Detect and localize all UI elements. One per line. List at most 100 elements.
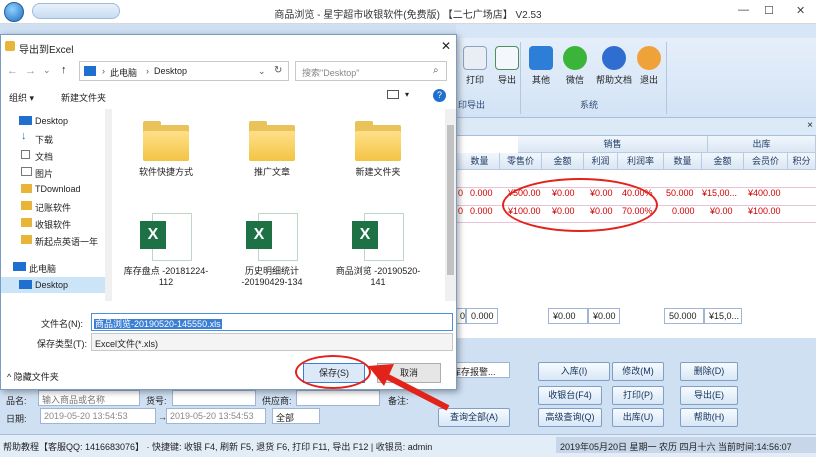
cashier-button[interactable]: 收银台(F4): [538, 386, 602, 405]
nav-item-documents[interactable]: 文档: [1, 147, 105, 163]
date-range-select[interactable]: 全部: [272, 408, 320, 424]
nav-item-label: 新起点英语一年: [35, 237, 99, 247]
file-item-excel[interactable]: X 历史明细统计 -20190429-134: [227, 213, 317, 288]
file-item-folder[interactable]: 推广文章: [227, 117, 317, 178]
filename-input[interactable]: 商品浏览-20190520-145550.xls: [91, 313, 453, 331]
nav-item-folder[interactable]: 新起点英语一年: [1, 232, 105, 248]
cell: 0.000: [470, 188, 493, 198]
ribbon-group-label: 印导出: [458, 100, 486, 110]
nav-item-folder[interactable]: TDownload: [1, 181, 105, 197]
picture-icon: [21, 167, 32, 176]
total-cell: 0: [456, 308, 466, 324]
wechat-button[interactable]: 微信: [558, 46, 592, 86]
file-name: 库存盘点 -20181224-112: [123, 266, 209, 287]
column-header[interactable]: 零售价: [500, 153, 542, 170]
nav-item-folder[interactable]: 收银软件: [1, 215, 105, 231]
nav-item-folder[interactable]: 记账软件: [1, 198, 105, 214]
nav-item-this-pc[interactable]: 此电脑: [1, 259, 105, 275]
stock-out-button[interactable]: 出库(U): [612, 408, 664, 427]
product-input[interactable]: 输入商品或名称: [38, 390, 140, 406]
total-cell: ¥15,0...: [704, 308, 742, 324]
column-header[interactable]: 积分: [788, 153, 816, 170]
file-item-excel[interactable]: X 库存盘点 -20181224-112: [121, 213, 211, 288]
cell: 0.000: [470, 206, 493, 216]
maximize-icon[interactable]: ☐: [764, 4, 774, 17]
view-icon[interactable]: [387, 90, 399, 99]
help-h-button[interactable]: 帮助(H): [680, 408, 738, 427]
file-name: 软件快捷方式: [138, 167, 193, 177]
breadcrumb-sep-icon: ›: [102, 66, 105, 76]
nav-item-pictures[interactable]: 图片: [1, 164, 105, 180]
filetype-label: 保存类型(T):: [37, 339, 87, 349]
nav-item-label: 此电脑: [29, 264, 57, 274]
nav-item-downloads[interactable]: ↓ 下载: [1, 130, 105, 146]
file-list[interactable]: 软件快捷方式 推广文章 新建文件夹 X 库存盘点 -20181224-112 X…: [115, 109, 443, 301]
file-scrollbar[interactable]: [445, 109, 456, 301]
column-header[interactable]: 利润率: [618, 153, 664, 170]
file-item-folder[interactable]: 新建文件夹: [333, 117, 423, 178]
help-icon[interactable]: ?: [433, 89, 446, 102]
back-arrow-icon[interactable]: ←: [7, 65, 18, 77]
export-e-button[interactable]: 导出(E): [680, 386, 738, 405]
forward-arrow-icon[interactable]: →: [25, 65, 36, 77]
stock-in-button[interactable]: 入库(I): [538, 362, 610, 381]
breadcrumb-item[interactable]: 此电脑: [110, 66, 137, 79]
minimize-icon[interactable]: —: [738, 4, 749, 16]
ribbon: 打印 导出 其他 微信 帮助文档 退出 印导出 系统: [456, 24, 816, 118]
print-button[interactable]: 打印: [458, 46, 492, 86]
store-select[interactable]: 库存报警...: [448, 362, 510, 378]
address-bar[interactable]: › 此电脑 › Desktop ⌄ ↻: [79, 61, 289, 81]
file-name: 历史明细统计 -20190429-134: [241, 266, 303, 287]
refresh-icon[interactable]: ↻: [274, 65, 282, 76]
hide-folders-toggle[interactable]: ^ 隐藏文件夹: [7, 370, 59, 383]
nav-item-desktop[interactable]: Desktop: [1, 113, 105, 129]
column-header[interactable]: 数量: [460, 153, 500, 170]
date-from-input[interactable]: 2019-05-20 13:54:53: [40, 408, 156, 424]
column-header[interactable]: 金额: [702, 153, 744, 170]
edit-button[interactable]: 修改(M): [612, 362, 664, 381]
filetype-select[interactable]: Excel文件(*.xls): [91, 333, 453, 351]
view-chevron-icon[interactable]: ▾: [405, 90, 409, 99]
desktop-icon: [19, 280, 32, 289]
dialog-title: 导出到Excel: [19, 45, 74, 56]
help-doc-button[interactable]: 帮助文档: [592, 46, 636, 86]
total-cell: ¥0.00: [548, 308, 588, 324]
organize-button[interactable]: 组织 ▾: [9, 91, 34, 104]
annotation-ellipse: [502, 178, 658, 232]
column-header[interactable]: 金额: [542, 153, 584, 170]
cell: ¥100.00: [748, 206, 781, 216]
exit-button[interactable]: 退出: [632, 46, 666, 86]
code-input[interactable]: [172, 390, 256, 406]
wechat-icon: [563, 46, 587, 70]
file-item-folder[interactable]: 软件快捷方式: [121, 117, 211, 178]
other-button[interactable]: 其他: [524, 46, 558, 86]
nav-item-desktop-selected[interactable]: Desktop: [1, 277, 105, 293]
column-header[interactable]: 数量: [664, 153, 702, 170]
print-p-button[interactable]: 打印(P): [612, 386, 664, 405]
close-icon[interactable]: ✕: [796, 4, 805, 17]
nav-scrollbar[interactable]: [105, 109, 112, 301]
file-item-excel[interactable]: X 商品浏览 -20190520-141: [333, 213, 423, 288]
advanced-query-button[interactable]: 高级查询(Q): [538, 408, 602, 427]
close-grid-icon[interactable]: ×: [807, 120, 813, 131]
column-header[interactable]: 利润: [584, 153, 618, 170]
recent-chevron-icon[interactable]: ⌄: [43, 65, 51, 76]
grid-toolbar: ×: [456, 118, 816, 136]
excel-icon: X: [352, 213, 404, 261]
file-name: 推广文章: [253, 167, 290, 177]
up-arrow-icon[interactable]: ↑: [61, 64, 67, 76]
new-folder-button[interactable]: 新建文件夹: [61, 91, 106, 104]
dialog-close-icon[interactable]: ✕: [441, 39, 451, 53]
navigation-pane[interactable]: Desktop ↓ 下载 文档 图片 TDownload 记账软件 收银软件 新起…: [1, 109, 105, 301]
breadcrumb-item[interactable]: Desktop: [154, 66, 187, 76]
nav-item-label: 记账软件: [35, 203, 72, 213]
delete-button[interactable]: 删除(D): [680, 362, 738, 381]
column-header[interactable]: 会员价: [744, 153, 788, 170]
date-to-input[interactable]: 2019-05-20 13:54:53: [166, 408, 266, 424]
help-icon: [602, 46, 626, 70]
printer-icon: [463, 46, 487, 70]
dropdown-chevron-icon[interactable]: ⌄: [258, 66, 266, 77]
product-grid[interactable]: × 销售 出库 数量 零售价 金额 利润 利润率 数量 金额 会员价 积分 0 …: [456, 118, 816, 338]
export-button[interactable]: 导出: [490, 46, 524, 86]
search-input[interactable]: 搜索"Desktop": [295, 61, 447, 81]
